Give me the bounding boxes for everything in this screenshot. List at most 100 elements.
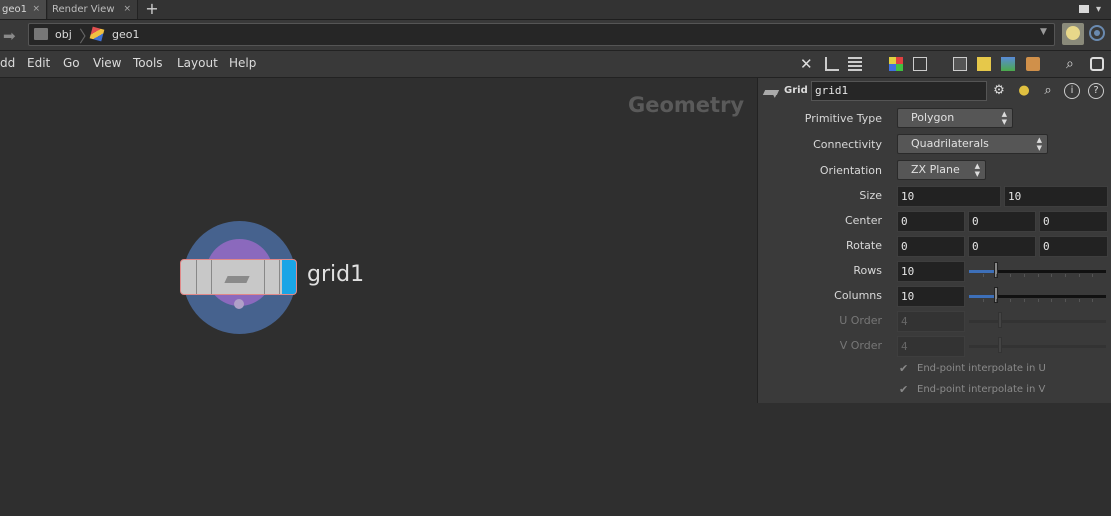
rotate-y-field[interactable]: 0: [968, 236, 1036, 257]
sticky-note-icon[interactable]: [977, 57, 991, 71]
gear-icon[interactable]: ⚙: [991, 83, 1007, 99]
op-menu-arrow-icon[interactable]: ▾: [773, 92, 777, 100]
tab-geo1[interactable]: geo1 ×: [0, 0, 47, 19]
color-grid-icon[interactable]: [889, 57, 903, 71]
subnet-icon[interactable]: [1026, 57, 1040, 71]
tab-render-view[interactable]: Render View ×: [48, 0, 138, 19]
image-icon[interactable]: [1001, 57, 1015, 71]
grid-node[interactable]: [180, 259, 297, 295]
updown-arrow-icon: ▲ ▼: [974, 162, 980, 178]
breadcrumb-obj[interactable]: obj: [55, 24, 72, 45]
v-order-slider: [969, 345, 1106, 348]
interp-v-checkbox-label: End-point interpolate in V: [917, 384, 1046, 395]
network-box-icon[interactable]: [953, 57, 967, 71]
parm-icon[interactable]: [913, 57, 927, 71]
info-icon[interactable]: i: [1064, 83, 1080, 99]
param-label: Center: [844, 214, 882, 227]
param-label: Orientation: [819, 164, 882, 177]
obj-network-icon: [34, 28, 48, 40]
menu-add[interactable]: dd: [0, 56, 15, 70]
path-dropdown-icon[interactable]: ▼: [1040, 27, 1047, 37]
pane-menu-icon[interactable]: ▾: [1096, 4, 1101, 15]
slider-tick: [1024, 299, 1025, 302]
menu-bar: [0, 51, 1111, 78]
primitive-type-menu[interactable]: Polygon ▲ ▼: [897, 108, 1013, 128]
menu-view[interactable]: View: [93, 56, 121, 70]
orientation-menu[interactable]: ZX Plane ▲ ▼: [897, 160, 986, 180]
checkmark-icon[interactable]: ✔: [899, 362, 908, 375]
rotate-z-field[interactable]: 0: [1039, 236, 1108, 257]
link-toggle-icon[interactable]: [1089, 25, 1105, 41]
slider-tick: [983, 274, 984, 277]
columns-field[interactable]: 10: [897, 286, 965, 307]
size-y-field[interactable]: 10: [1004, 186, 1108, 207]
slider-tick: [1092, 274, 1093, 277]
checkmark-icon[interactable]: ✔: [899, 383, 908, 396]
u-order-slider-handle: [998, 312, 1002, 328]
param-label: Rotate: [845, 239, 882, 252]
param-label: Connectivity: [813, 138, 882, 151]
node-name-label[interactable]: grid1: [307, 262, 364, 287]
center-z-field[interactable]: 0: [1039, 211, 1108, 232]
display-flag[interactable]: [282, 260, 296, 294]
search-icon[interactable]: ⌕: [1040, 83, 1056, 99]
slider-tick: [1079, 274, 1080, 277]
maximize-pane-icon[interactable]: [1079, 5, 1089, 13]
network-path-field[interactable]: obj 〉 geo1: [28, 23, 1055, 46]
slider-tick: [1051, 274, 1052, 277]
operator-type-label: Grid: [784, 85, 808, 96]
help-icon[interactable]: ?: [1088, 83, 1104, 99]
slider-tick: [1038, 274, 1039, 277]
center-x-field[interactable]: 0: [897, 211, 965, 232]
tree-icon[interactable]: [825, 57, 839, 71]
tab-label: geo1: [2, 4, 27, 15]
connectivity-menu[interactable]: Quadrilaterals ▲ ▼: [897, 134, 1048, 154]
pin-icon: [1066, 26, 1080, 40]
slider-tick: [1065, 299, 1066, 302]
param-label: V Order: [839, 339, 882, 352]
param-label: Primitive Type: [804, 112, 882, 125]
python-icon[interactable]: ●: [1016, 83, 1032, 99]
node-output-connector[interactable]: [234, 299, 244, 309]
menu-go[interactable]: Go: [63, 56, 80, 70]
v-order-slider-handle: [998, 337, 1002, 353]
slider-tick: [1079, 299, 1080, 302]
slider-tick: [1092, 299, 1093, 302]
slider-tick: [996, 274, 997, 277]
slider-tick: [1065, 274, 1066, 277]
updown-arrow-icon: ▲ ▼: [1036, 136, 1042, 152]
rotate-x-field[interactable]: 0: [897, 236, 965, 257]
forward-arrow-icon[interactable]: ➡: [3, 27, 16, 45]
v-order-field: 4: [897, 336, 965, 357]
columns-slider[interactable]: [969, 295, 1106, 298]
pin-button[interactable]: [1062, 23, 1084, 45]
slider-tick: [1024, 274, 1025, 277]
menu-help[interactable]: Help: [229, 56, 256, 70]
slider-tick: [996, 299, 997, 302]
updown-arrow-icon: ▲ ▼: [1001, 110, 1007, 126]
size-x-field[interactable]: 10: [897, 186, 1001, 207]
close-icon[interactable]: ×: [32, 0, 40, 19]
center-y-field[interactable]: 0: [968, 211, 1036, 232]
slider-tick: [1010, 274, 1011, 277]
list-icon[interactable]: [848, 57, 862, 71]
pane-tab-bar: [0, 0, 1111, 20]
rows-slider[interactable]: [969, 270, 1106, 273]
u-order-field: 4: [897, 311, 965, 332]
menu-layout[interactable]: Layout: [177, 56, 218, 70]
param-label: U Order: [839, 314, 882, 327]
eye-icon[interactable]: [1090, 57, 1104, 71]
menu-tools[interactable]: Tools: [133, 56, 163, 70]
rows-field[interactable]: 10: [897, 261, 965, 282]
param-label: Rows: [853, 264, 882, 277]
wrench-icon[interactable]: ✕: [800, 57, 814, 72]
breadcrumb-geo1[interactable]: geo1: [112, 24, 139, 45]
node-name-field[interactable]: grid1: [811, 81, 987, 101]
menu-edit[interactable]: Edit: [27, 56, 50, 70]
close-icon[interactable]: ×: [123, 0, 131, 19]
param-label: Size: [859, 189, 882, 202]
tab-label: Render View: [52, 4, 115, 15]
add-tab-button[interactable]: +: [145, 0, 159, 19]
search-icon[interactable]: ⌕: [1066, 57, 1080, 71]
slider-tick: [1038, 299, 1039, 302]
